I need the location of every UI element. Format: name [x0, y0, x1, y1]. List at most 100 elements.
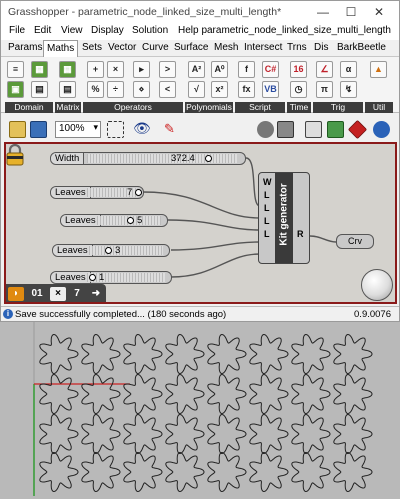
tab-params[interactable]: Params: [5, 42, 45, 53]
display-sphere-icon[interactable]: [373, 121, 390, 138]
sine-icon[interactable]: ↯: [340, 81, 357, 98]
leaves-slider-3[interactable]: Leaves 3: [52, 244, 170, 257]
power-zero-icon[interactable]: A⁰: [211, 61, 228, 78]
greater-than-icon[interactable]: >: [159, 61, 176, 78]
calendar-icon[interactable]: 16: [290, 61, 307, 78]
matrix-icon[interactable]: ▤: [59, 81, 76, 98]
similarity-icon[interactable]: ⋄: [133, 81, 150, 98]
tab-trns[interactable]: Trns: [284, 42, 310, 53]
modulus-icon[interactable]: %: [87, 81, 104, 98]
domain-component-icon[interactable]: ▦: [31, 61, 48, 78]
tab-vector[interactable]: Vector: [105, 42, 139, 53]
gate-icon[interactable]: ▸: [133, 61, 150, 78]
menu-edit[interactable]: Edit: [34, 25, 51, 36]
tab-dis[interactable]: Dis: [311, 42, 331, 53]
leaves-slider-7[interactable]: Leaves 7: [50, 186, 144, 199]
clock-icon[interactable]: ◷: [290, 81, 307, 98]
preview-shaded-icon[interactable]: [277, 121, 294, 138]
tab-maths[interactable]: Maths: [43, 40, 79, 57]
rss-icon[interactable]: ◗: [8, 287, 24, 301]
graph-icon[interactable]: ▲: [370, 61, 387, 78]
input-port-l[interactable]: L: [264, 229, 270, 239]
zoom-select[interactable]: 100% ▾: [55, 121, 101, 138]
flower-curve: [249, 373, 289, 415]
tab-barkbeetle[interactable]: BarkBeetle: [334, 42, 389, 53]
slider-track[interactable]: [89, 246, 163, 255]
close-button[interactable]: ✕: [369, 4, 389, 20]
navigation-ball-icon[interactable]: [361, 269, 393, 301]
open-folder-icon[interactable]: [9, 121, 26, 138]
domain-component-icon[interactable]: ▤: [31, 81, 48, 98]
slider-knob[interactable]: [105, 247, 112, 254]
division-icon[interactable]: ÷: [107, 81, 124, 98]
slider-track[interactable]: [87, 154, 237, 163]
slider-knob[interactable]: [205, 155, 212, 162]
power-icon[interactable]: A²: [188, 61, 205, 78]
rhino-viewport[interactable]: [0, 322, 400, 496]
vb-script-icon[interactable]: VB: [262, 81, 279, 98]
domain-component-icon[interactable]: ▣: [7, 81, 24, 98]
preview-mode-icon[interactable]: [327, 121, 344, 138]
square-icon[interactable]: x²: [211, 81, 228, 98]
function-icon[interactable]: f: [238, 61, 255, 78]
bake-icon[interactable]: [347, 119, 368, 140]
minimize-button[interactable]: —: [313, 4, 333, 20]
sketch-pen-icon[interactable]: ✎: [161, 121, 178, 138]
flower-curve: [165, 451, 205, 493]
leaves-slider-5[interactable]: Leaves 5: [60, 214, 168, 227]
tab-mesh[interactable]: Mesh: [211, 42, 241, 53]
menu-help[interactable]: Help: [178, 25, 199, 36]
input-port-l[interactable]: L: [264, 190, 270, 200]
eye-icon[interactable]: 👁: [133, 121, 151, 138]
tab-surface[interactable]: Surface: [171, 42, 211, 53]
curve-param[interactable]: Crv: [336, 234, 374, 249]
ribbon-label-trig[interactable]: Trig: [313, 102, 363, 113]
seven-icon[interactable]: 7: [70, 287, 84, 301]
menu-display[interactable]: Display: [91, 25, 124, 36]
menu-solution[interactable]: Solution: [132, 25, 168, 36]
ribbon-label-polynomials[interactable]: Polynomials: [185, 102, 233, 113]
input-port-l[interactable]: L: [264, 203, 270, 213]
slider-knob[interactable]: [127, 217, 134, 224]
input-port-l[interactable]: L: [264, 216, 270, 226]
menu-view[interactable]: View: [61, 25, 83, 36]
grasshopper-canvas[interactable]: Width 372.4 Leaves 7 Leaves 5 Leaves 3 L…: [4, 142, 397, 304]
zoom-extents-icon[interactable]: [107, 121, 124, 138]
addition-icon[interactable]: +: [87, 61, 104, 78]
ribbon-label-util[interactable]: Util: [365, 102, 393, 113]
binary-toggle-icon[interactable]: 01: [28, 287, 46, 301]
arrow-right-icon[interactable]: ➜: [88, 287, 104, 301]
pi-icon[interactable]: π: [316, 81, 333, 98]
square-root-icon[interactable]: √: [188, 81, 205, 98]
tab-sets[interactable]: Sets: [79, 42, 105, 53]
csharp-script-icon[interactable]: C#: [262, 61, 279, 78]
binary-one: 1: [37, 288, 43, 299]
ribbon-label-operators[interactable]: Operators: [83, 102, 183, 113]
kit-generator-component[interactable]: W L L L L Kit generator R: [258, 172, 310, 264]
ribbon-label-domain[interactable]: Domain: [5, 102, 53, 113]
slider-knob[interactable]: [89, 274, 96, 281]
preview-selected-icon[interactable]: [305, 121, 322, 138]
domain-component-icon[interactable]: ≡: [7, 61, 24, 78]
clear-icon[interactable]: ×: [50, 287, 66, 301]
preview-wire-icon[interactable]: [257, 121, 274, 138]
multiplication-icon[interactable]: ×: [107, 61, 124, 78]
slider-knob[interactable]: [135, 189, 142, 196]
ribbon-label-script[interactable]: Script: [235, 102, 285, 113]
width-slider[interactable]: Width 372.4: [50, 152, 246, 165]
matrix-grid-icon[interactable]: ▦: [59, 61, 76, 78]
maximize-button[interactable]: ☐: [341, 4, 361, 20]
save-icon[interactable]: [30, 121, 47, 138]
ribbon-label-time[interactable]: Time: [287, 102, 311, 113]
input-port-w[interactable]: W: [263, 177, 272, 187]
alpha-icon[interactable]: α: [340, 61, 357, 78]
expression-icon[interactable]: fx: [238, 81, 255, 98]
angle-icon[interactable]: ∠: [316, 61, 333, 78]
less-than-icon[interactable]: <: [159, 81, 176, 98]
leaves-slider-1[interactable]: Leaves 1: [50, 271, 172, 284]
tab-intersect[interactable]: Intersect: [241, 42, 285, 53]
menu-file[interactable]: File: [9, 25, 25, 36]
tab-curve[interactable]: Curve: [139, 42, 172, 53]
output-port-r[interactable]: R: [297, 229, 304, 239]
ribbon-label-matrix[interactable]: Matrix: [55, 102, 81, 113]
